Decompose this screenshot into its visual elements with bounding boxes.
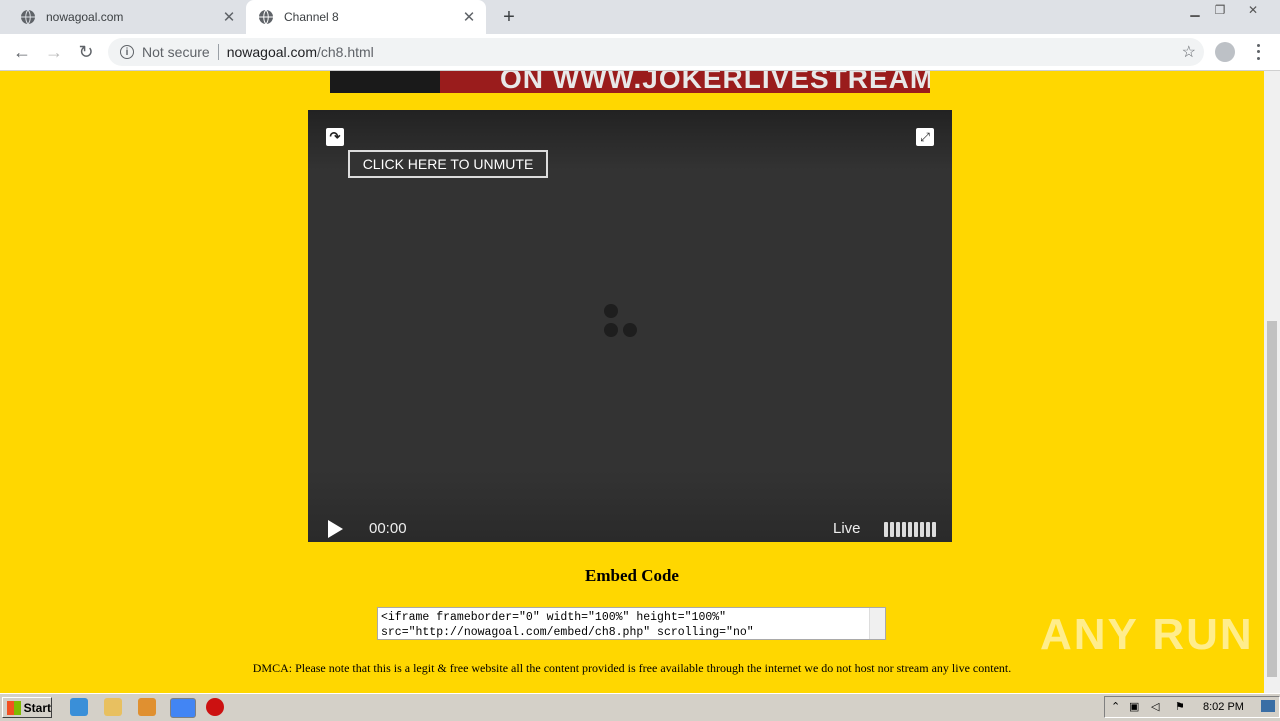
fullscreen-icon[interactable]: ⤢: [916, 128, 934, 146]
restore-icon[interactable]: ❐: [1209, 0, 1231, 20]
live-label: Live: [833, 520, 861, 537]
textarea-scrollbar[interactable]: [869, 608, 885, 639]
embed-code-heading: Embed Code: [585, 566, 679, 585]
globe-icon: [21, 9, 35, 25]
profile-avatar-icon[interactable]: [1215, 42, 1235, 62]
playback-time: 00:00: [369, 520, 407, 537]
system-tray: ⌃ ▣ ◁ ⚑ 8:02 PM: [1104, 696, 1280, 718]
browser-toolbar: ← → ↻ i Not secure nowagoal.com/ch8.html…: [0, 34, 1280, 71]
tab-strip: nowagoal.com ✕ Channel 8 ✕ + ▁ ❐ ✕: [0, 0, 1280, 34]
clock: 8:02 PM: [1203, 701, 1244, 713]
url-host: nowagoal.com: [226, 44, 317, 60]
action-center-flag-icon[interactable]: ⚑: [1175, 700, 1185, 713]
anyrun-watermark: ANY RUN: [1040, 610, 1254, 659]
address-bar[interactable]: i Not secure nowagoal.com/ch8.html ☆: [108, 38, 1204, 66]
info-icon[interactable]: i: [120, 45, 134, 59]
close-tab-icon[interactable]: ✕: [460, 8, 478, 26]
windows-logo-icon: [7, 700, 21, 715]
bookmark-star-icon[interactable]: ☆: [1182, 42, 1196, 62]
internet-explorer-icon[interactable]: [70, 698, 88, 716]
tab-title: nowagoal.com: [46, 10, 124, 24]
unmute-button[interactable]: CLICK HERE TO UNMUTE: [348, 150, 548, 178]
url-path: /ch8.html: [316, 44, 374, 60]
ad-banner[interactable]: ON WWW.JOKERLIVESTREAM.COM: [330, 71, 930, 93]
reload-icon[interactable]: ↻: [72, 38, 100, 66]
play-icon[interactable]: [328, 520, 343, 538]
start-button[interactable]: Start: [2, 697, 52, 718]
show-desktop-icon[interactable]: [1261, 700, 1275, 712]
start-label: Start: [23, 700, 51, 715]
globe-icon: [259, 9, 273, 25]
media-player-icon[interactable]: [138, 698, 156, 716]
divider: [217, 44, 219, 60]
tab-nowagoal[interactable]: nowagoal.com ✕: [8, 0, 246, 34]
scrollbar-thumb[interactable]: [1267, 321, 1277, 677]
page-scrollbar[interactable]: [1264, 71, 1280, 693]
minimize-icon[interactable]: ▁: [1184, 0, 1206, 20]
volume-icon[interactable]: ◁: [1151, 700, 1159, 713]
banner-text: ON WWW.JOKERLIVESTREAM.COM: [500, 71, 930, 93]
explorer-folder-icon[interactable]: [104, 698, 122, 716]
embed-code-line: <iframe frameborder="0" width="100%" hei…: [381, 611, 727, 624]
menu-icon[interactable]: [1252, 42, 1264, 62]
embed-code-textarea[interactable]: <iframe frameborder="0" width="100%" hei…: [377, 607, 886, 640]
dmca-notice: DMCA: Please note that this is a legit &…: [252, 661, 1012, 675]
share-icon[interactable]: ↷: [326, 128, 344, 146]
forward-arrow-icon[interactable]: →: [40, 38, 68, 66]
close-window-icon[interactable]: ✕: [1242, 0, 1264, 20]
back-arrow-icon[interactable]: ←: [8, 38, 36, 66]
video-player[interactable]: ↷ CLICK HERE TO UNMUTE ⤢ 00:00 Live: [308, 110, 952, 542]
new-tab-button[interactable]: +: [498, 6, 520, 28]
security-label: Not secure: [142, 44, 210, 60]
tab-channel-8[interactable]: Channel 8 ✕: [246, 0, 486, 34]
tab-title: Channel 8: [284, 10, 339, 24]
banner-image: [330, 71, 440, 93]
volume-bars-icon[interactable]: [884, 522, 936, 537]
embed-code-line: src="http://nowagoal.com/embed/ch8.php" …: [381, 626, 754, 639]
close-tab-icon[interactable]: ✕: [220, 8, 238, 26]
taskbar: Start ⌃ ▣ ◁ ⚑ 8:02 PM: [0, 693, 1280, 721]
loading-spinner-icon: [602, 302, 642, 342]
network-icon[interactable]: ▣: [1129, 700, 1139, 713]
chrome-icon[interactable]: [170, 698, 196, 718]
tray-expand-icon[interactable]: ⌃: [1111, 700, 1120, 713]
opera-icon[interactable]: [206, 698, 224, 716]
